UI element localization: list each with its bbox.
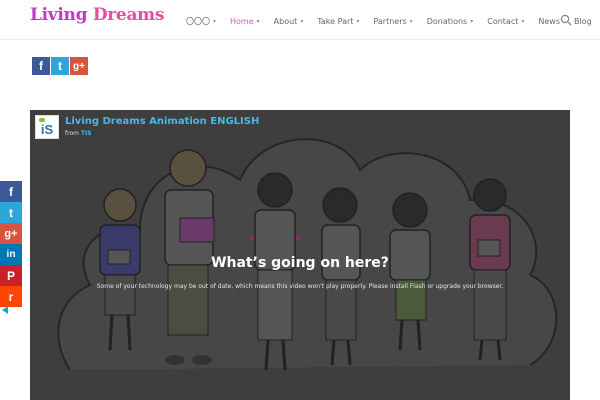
- nav-item-label: Blog: [574, 16, 592, 26]
- chevron-down-icon: ▾: [470, 17, 474, 25]
- nav-item-label: News: [538, 16, 560, 26]
- chevron-down-icon: ▾: [300, 17, 304, 25]
- search-icon[interactable]: [560, 14, 572, 26]
- nav-item-label: Take Part: [317, 16, 354, 26]
- chevron-down-icon: ▾: [256, 17, 260, 25]
- pinterest-icon: P: [6, 268, 15, 283]
- linkedin-icon: in: [6, 249, 16, 260]
- nav-item-label: Partners: [373, 16, 407, 26]
- side-linkedin-button[interactable]: in: [0, 244, 22, 265]
- nav-item-label: Home: [230, 16, 254, 26]
- channel-avatar[interactable]: iS: [35, 115, 59, 139]
- floating-share-bar: f t g+ in P r: [0, 181, 22, 307]
- video-byline: from TIS: [65, 130, 92, 137]
- side-reddit-button[interactable]: r: [0, 286, 22, 307]
- facebook-share-button[interactable]: f: [32, 57, 50, 75]
- channel-logo-text: iS: [40, 122, 54, 137]
- side-pinterest-button[interactable]: P: [0, 265, 22, 286]
- site-header: Living Dreams 〇〇〇 ▾ Home ▾ About ▾ Take …: [0, 0, 600, 40]
- error-message-body: Some of your technology may be out of da…: [96, 283, 504, 290]
- nav-item-news[interactable]: News: [538, 17, 560, 26]
- twitter-icon: t: [9, 205, 13, 220]
- chevron-down-icon: ▾: [409, 17, 413, 25]
- chevron-down-icon: ▾: [213, 17, 217, 25]
- logo-word-living: Living: [30, 5, 88, 25]
- twitter-icon: t: [58, 59, 62, 73]
- channel-logo-dot: [39, 118, 45, 122]
- facebook-icon: f: [9, 184, 13, 199]
- googleplus-share-button[interactable]: g+: [70, 57, 88, 75]
- video-player[interactable]: iS Living Dreams Animation ENGLISH from …: [30, 110, 570, 400]
- nav-item-japanese[interactable]: 〇〇〇 ▾: [186, 16, 216, 27]
- error-message-title: What’s going on here?: [211, 255, 389, 271]
- nav-item-donations[interactable]: Donations ▾: [427, 17, 474, 26]
- side-facebook-button[interactable]: f: [0, 181, 22, 202]
- video-title[interactable]: Living Dreams Animation ENGLISH: [65, 116, 259, 127]
- nav-item-partners[interactable]: Partners ▾: [373, 17, 412, 26]
- nav-item-label: Contact: [487, 16, 519, 26]
- nav-item-label: 〇〇〇: [186, 16, 210, 26]
- side-googleplus-button[interactable]: g+: [0, 223, 22, 244]
- nav-item-home[interactable]: Home ▾: [230, 17, 260, 26]
- video-channel-link[interactable]: TIS: [81, 130, 92, 137]
- facebook-icon: f: [39, 59, 43, 73]
- googleplus-icon: g+: [73, 60, 85, 72]
- page: Living Dreams 〇〇〇 ▾ Home ▾ About ▾ Take …: [0, 0, 600, 400]
- chevron-down-icon: ▾: [521, 17, 525, 25]
- side-twitter-button[interactable]: t: [0, 202, 22, 223]
- chevron-down-icon: ▾: [356, 17, 360, 25]
- reddit-icon: r: [8, 289, 14, 304]
- nav-item-contact[interactable]: Contact ▾: [487, 17, 524, 26]
- nav-item-take-part[interactable]: Take Part ▾: [317, 17, 359, 26]
- nav-item-label: About: [273, 16, 298, 26]
- video-from-label: from: [65, 130, 79, 137]
- nav-item-about[interactable]: About ▾: [274, 17, 304, 26]
- logo-word-dreams: Dreams: [92, 5, 165, 25]
- googleplus-icon: g+: [4, 227, 18, 240]
- share-buttons: f t g+: [32, 57, 88, 75]
- twitter-share-button[interactable]: t: [51, 57, 69, 75]
- nav-item-blog[interactable]: Blog: [574, 17, 592, 26]
- main-nav: 〇〇〇 ▾ Home ▾ About ▾ Take Part ▾ Partner…: [186, 14, 600, 28]
- nav-item-label: Donations: [426, 16, 468, 26]
- site-logo[interactable]: Living Dreams: [30, 5, 164, 25]
- collapse-share-arrow-icon[interactable]: [2, 306, 8, 314]
